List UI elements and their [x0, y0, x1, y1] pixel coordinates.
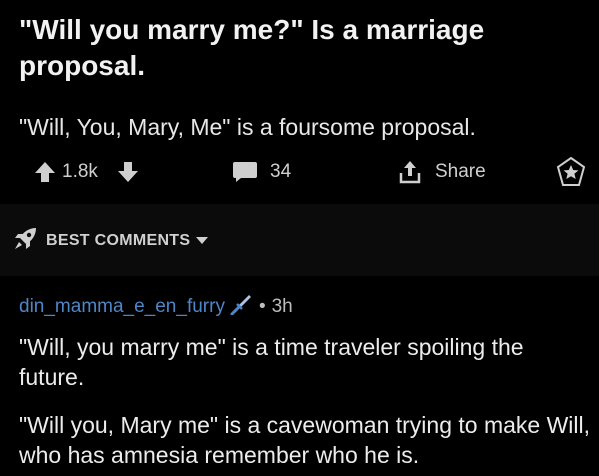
- post-card: "Will you marry me?" Is a marriage propo…: [0, 0, 599, 204]
- comment-count[interactable]: 34: [270, 154, 291, 190]
- award-icon[interactable]: [556, 154, 586, 190]
- sort-label[interactable]: BEST COMMENTS: [46, 232, 190, 250]
- post-title[interactable]: "Will you marry me?" Is a marriage propo…: [19, 12, 589, 84]
- meta-separator: •: [258, 296, 266, 317]
- share-icon[interactable]: [398, 154, 422, 190]
- arrow-up-icon[interactable]: [34, 154, 56, 190]
- comment-username[interactable]: din_mamma_e_en_furry: [19, 296, 225, 318]
- comment-paragraph-2: "Will you, Mary me" is a cavewoman tryin…: [19, 412, 591, 468]
- post-score: 1.8k: [62, 161, 98, 182]
- post-body: "Will, You, Mary, Me" is a foursome prop…: [19, 114, 476, 140]
- arrow-down-icon[interactable]: [117, 154, 139, 190]
- comment: din_mamma_e_en_furry • 3h "Will, you mar…: [0, 276, 599, 476]
- comment-paragraph-1: "Will, you marry me" is a time traveler …: [19, 334, 524, 390]
- chevron-down-icon[interactable]: [196, 232, 209, 250]
- sword-icon: [229, 293, 251, 321]
- comment-meta: din_mamma_e_en_furry • 3h: [19, 293, 293, 321]
- comment-sort-dropdown[interactable]: BEST COMMENTS: [12, 226, 209, 257]
- share-button[interactable]: Share: [435, 154, 486, 190]
- post-actions-bar: 1.8k 34 Share: [0, 154, 599, 190]
- rocket-icon: [12, 226, 38, 257]
- comment-bubble-icon[interactable]: [232, 154, 258, 190]
- comment-age: 3h: [271, 296, 293, 317]
